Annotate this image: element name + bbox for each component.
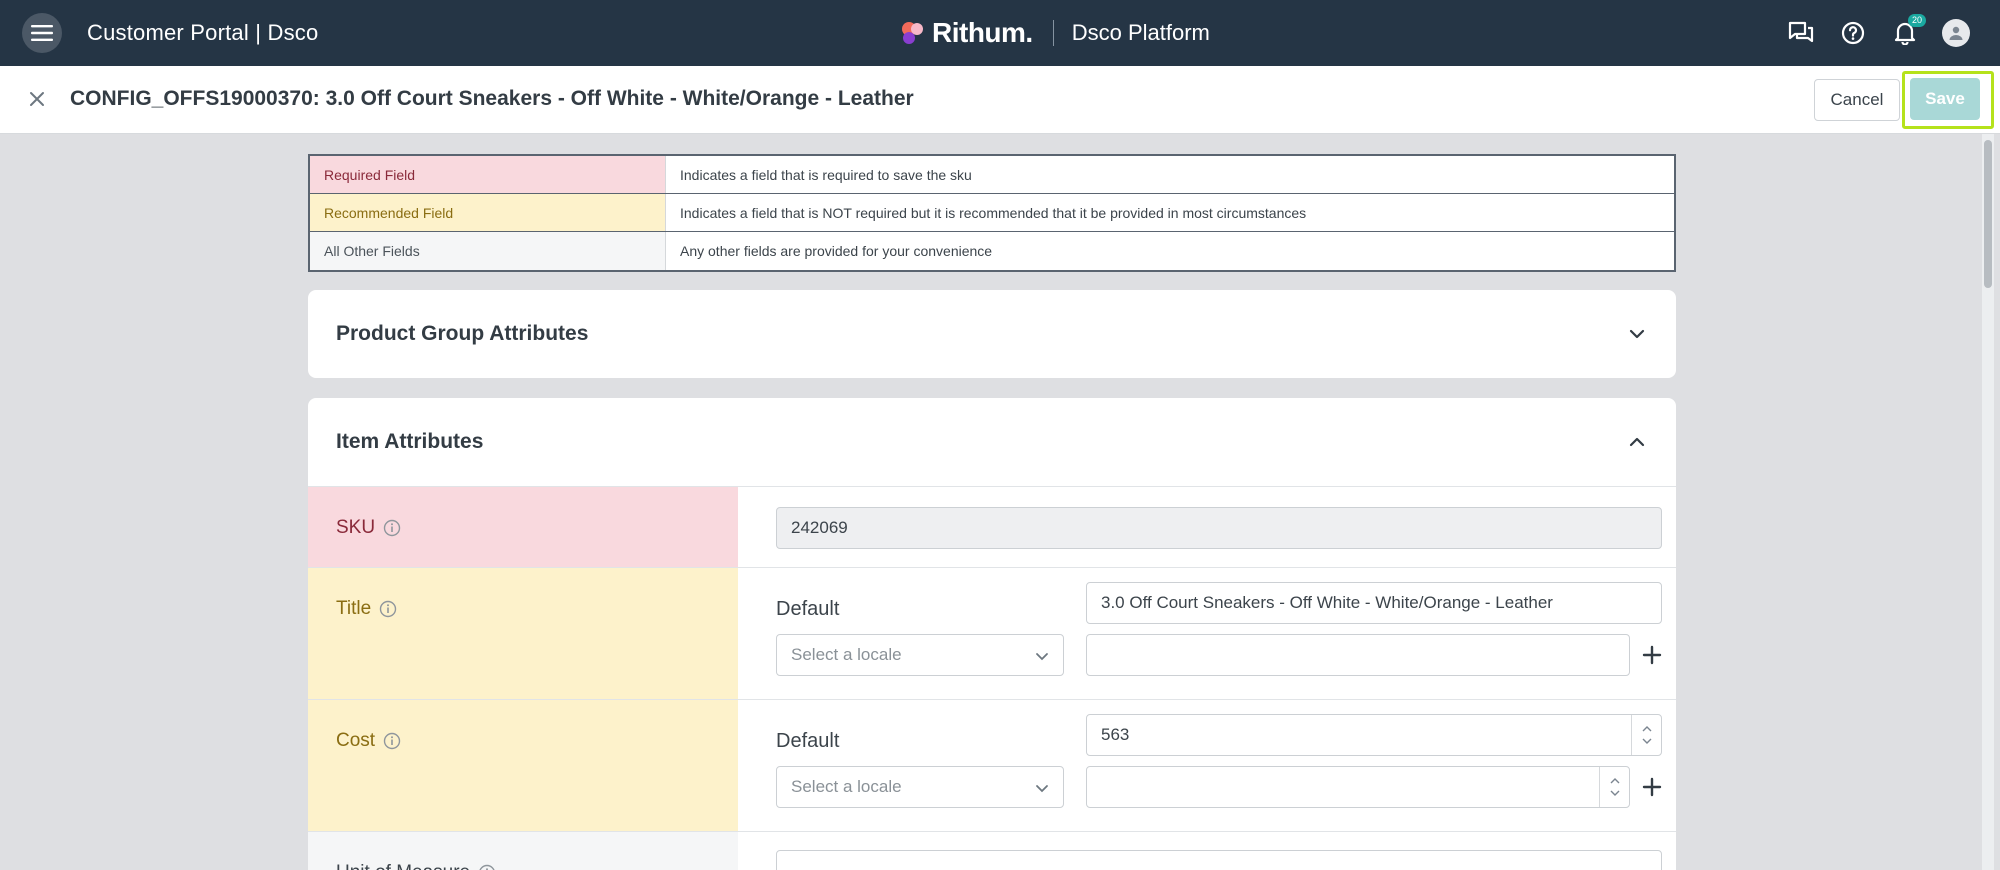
attribute-value: Default 3.0 Off Court Sneakers - Off Whi… — [738, 568, 1676, 699]
close-icon[interactable] — [26, 88, 48, 110]
section-title: Product Group Attributes — [336, 322, 589, 345]
legend-key: Recommended Field — [310, 194, 666, 231]
rithum-logo-icon — [900, 20, 926, 46]
page-header: CONFIG_OFFS19000370: 3.0 Off Court Sneak… — [0, 66, 2000, 134]
cancel-button[interactable]: Cancel — [1814, 79, 1900, 121]
locale-placeholder: Select a locale — [791, 645, 902, 664]
top-actions: 20 — [1786, 14, 1970, 48]
legend-description: Indicates a field that is NOT required b… — [680, 204, 1307, 221]
field-legend: Required Field Indicates a field that is… — [308, 154, 1676, 272]
info-icon[interactable] — [379, 600, 397, 618]
save-button-highlight: Save — [1902, 71, 1994, 129]
locale-placeholder: Select a locale — [791, 777, 902, 796]
legend-key: Required Field — [310, 156, 666, 193]
info-icon[interactable] — [478, 864, 496, 870]
section-title: Item Attributes — [336, 430, 484, 453]
top-bar: Customer Portal | Dsco Rithum. Dsco Plat… — [0, 0, 2000, 66]
user-avatar-button[interactable] — [1942, 19, 1970, 47]
chevron-up-icon[interactable] — [1642, 725, 1652, 732]
title-label: Title — [336, 598, 372, 619]
legend-description: Indicates a field that is required to sa… — [680, 166, 972, 183]
user-icon — [1949, 26, 1963, 40]
attribute-value: Default 563 Select a locale — [738, 700, 1676, 831]
attribute-row-unit-of-measure: Unit of Measure — [308, 831, 1676, 870]
brand-logo: Rithum. Dsco Platform — [900, 16, 1210, 50]
cost-default-input[interactable]: 563 — [1086, 714, 1662, 756]
product-group-attributes-header[interactable]: Product Group Attributes — [308, 290, 1676, 378]
add-locale-icon[interactable] — [1642, 777, 1662, 797]
unit-of-measure-input[interactable] — [776, 850, 1662, 870]
chevron-down-icon — [1036, 785, 1048, 793]
number-stepper[interactable] — [1631, 715, 1661, 755]
scrollbar-thumb[interactable] — [1984, 140, 1992, 288]
chat-icon — [1788, 21, 1814, 43]
number-stepper[interactable] — [1599, 767, 1629, 807]
help-button[interactable] — [1838, 18, 1868, 48]
add-locale-icon[interactable] — [1642, 645, 1662, 665]
brand-divider — [1052, 20, 1054, 46]
attribute-label: Unit of Measure — [308, 832, 738, 870]
chevron-up-icon[interactable] — [1628, 433, 1646, 451]
sku-input[interactable]: 242069 — [776, 507, 1662, 549]
default-label: Default — [776, 730, 840, 752]
hamburger-menu-button[interactable] — [22, 13, 62, 53]
item-attributes-header[interactable]: Item Attributes — [308, 398, 1676, 486]
attribute-row-sku: SKU 242069 — [308, 486, 1676, 567]
chevron-down-icon[interactable] — [1628, 325, 1646, 343]
cost-locale-select[interactable]: Select a locale — [776, 766, 1064, 808]
default-label: Default — [776, 598, 840, 620]
chevron-down-icon — [1036, 653, 1048, 661]
attribute-value: 242069 — [738, 487, 1676, 567]
legend-row-recommended: Recommended Field Indicates a field that… — [310, 194, 1674, 232]
item-attributes-card: Item Attributes SKU 242069 Title Default… — [308, 398, 1676, 870]
cost-value: 563 — [1101, 725, 1130, 744]
attribute-row-cost: Cost Default 563 Select a locale — [308, 699, 1676, 831]
attribute-row-title: Title Default 3.0 Off Court Sneakers - O… — [308, 567, 1676, 699]
cost-locale-input[interactable] — [1086, 766, 1630, 808]
info-icon[interactable] — [383, 732, 401, 750]
legend-key: All Other Fields — [310, 232, 666, 270]
help-icon — [1841, 21, 1865, 45]
notifications-button[interactable]: 20 — [1890, 14, 1926, 48]
platform-name: Dsco Platform — [1071, 20, 1210, 45]
page-title: CONFIG_OFFS19000370: 3.0 Off Court Sneak… — [70, 87, 914, 110]
notification-badge: 20 — [1907, 14, 1926, 27]
brand-name: Rithum. — [932, 17, 1033, 48]
unit-of-measure-label: Unit of Measure — [336, 862, 470, 870]
chevron-down-icon[interactable] — [1610, 790, 1620, 797]
hamburger-icon — [31, 25, 53, 41]
legend-description: Any other fields are provided for your c… — [680, 243, 993, 259]
title-locale-input[interactable] — [1086, 634, 1630, 676]
attribute-label: Title — [308, 568, 738, 699]
app-title: Customer Portal | Dsco — [87, 20, 319, 45]
chevron-up-icon[interactable] — [1610, 777, 1620, 784]
legend-row-other: All Other Fields Any other fields are pr… — [310, 232, 1674, 270]
messages-button[interactable] — [1786, 18, 1816, 48]
chevron-down-icon[interactable] — [1642, 738, 1652, 745]
attribute-label: Cost — [308, 700, 738, 831]
attribute-value — [738, 832, 1676, 870]
cost-label: Cost — [336, 730, 376, 751]
info-icon[interactable] — [383, 519, 401, 537]
save-button[interactable]: Save — [1910, 78, 1980, 120]
title-default-input[interactable]: 3.0 Off Court Sneakers - Off White - Whi… — [1086, 582, 1662, 624]
attribute-label: SKU — [308, 487, 738, 567]
legend-row-required: Required Field Indicates a field that is… — [310, 156, 1674, 194]
product-group-attributes-card: Product Group Attributes — [308, 290, 1676, 378]
sku-label: SKU — [336, 517, 376, 538]
title-locale-select[interactable]: Select a locale — [776, 634, 1064, 676]
